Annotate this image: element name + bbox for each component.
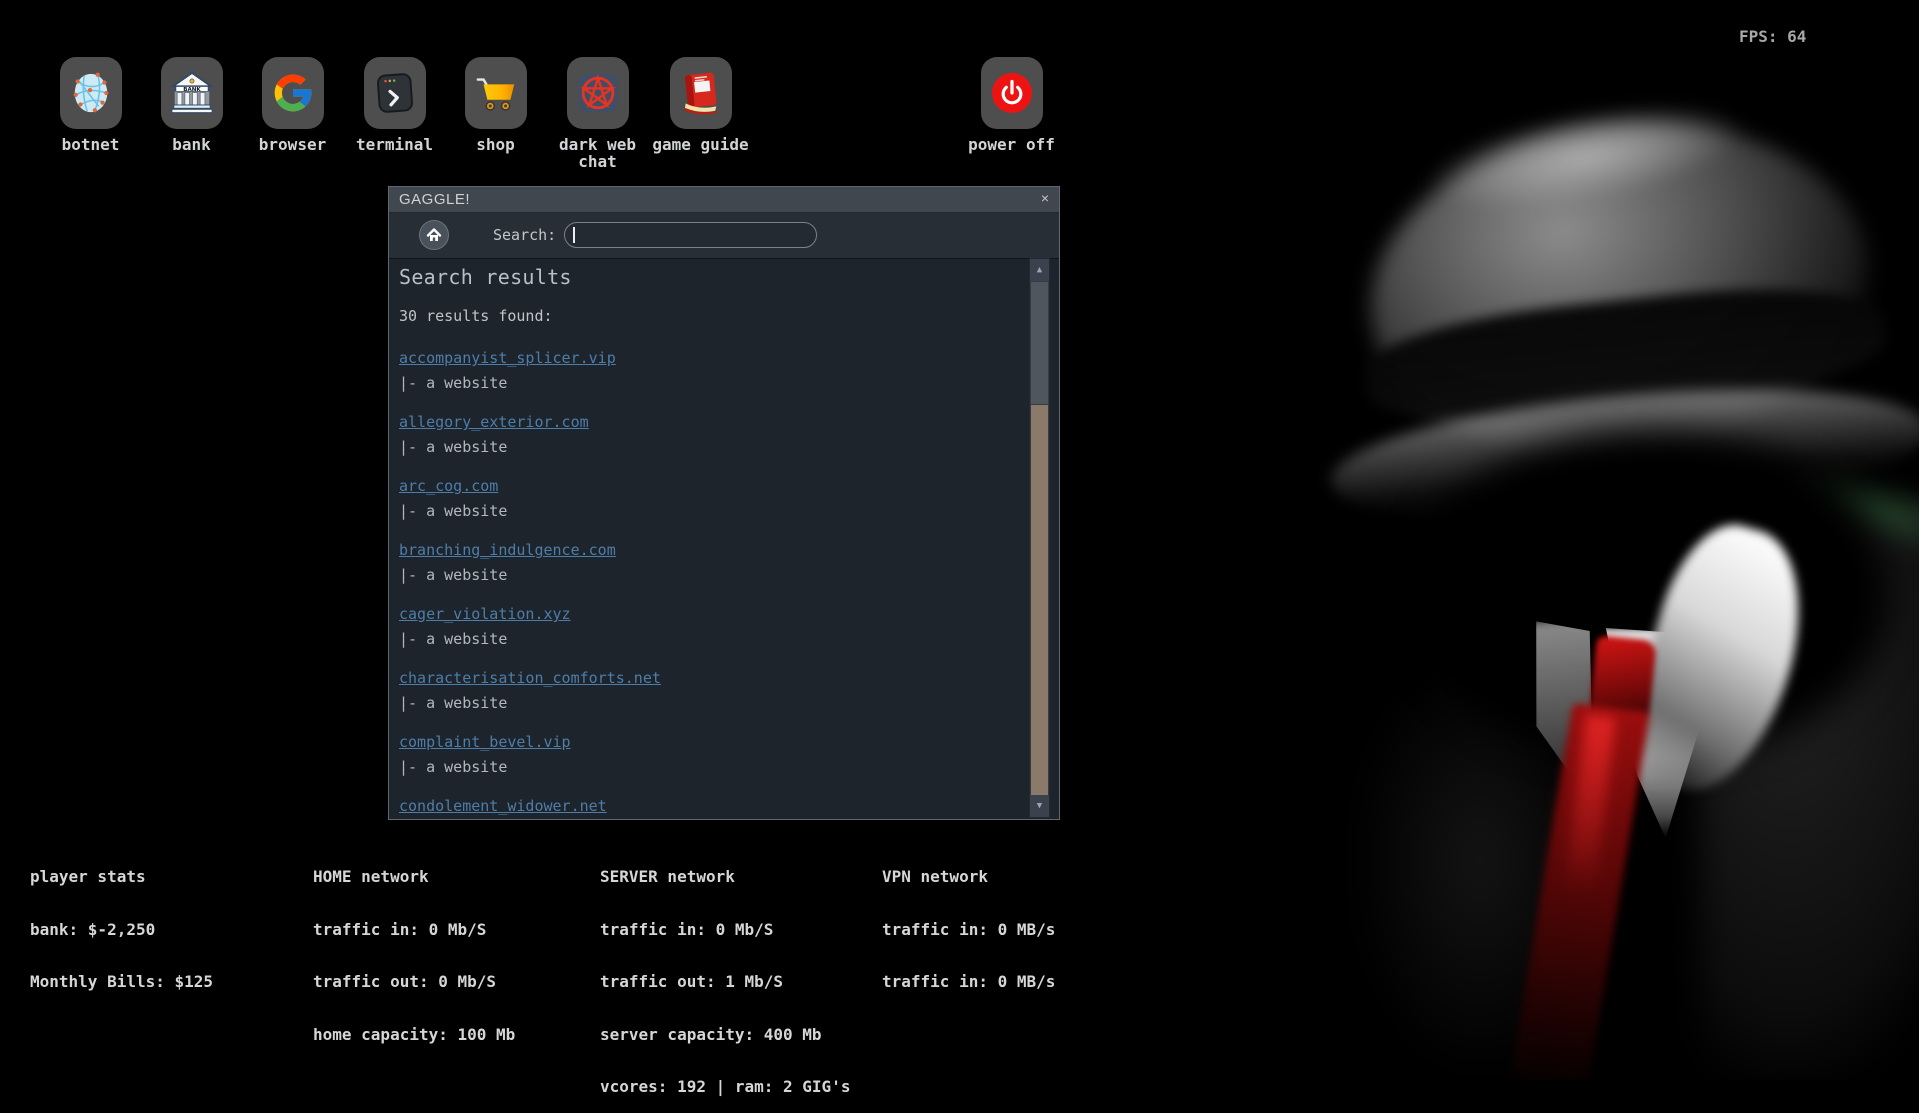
terminal-prompt-icon[interactable] <box>364 57 426 129</box>
text-cursor <box>573 227 575 243</box>
desktop-icon-power-off[interactable]: power off <box>959 57 1064 153</box>
stats-line: traffic out: 1 Mb/S <box>600 973 850 991</box>
result-link[interactable]: complaint_bevel.vip <box>399 732 571 752</box>
result-item: accompanyist_splicer.vip |- a website <box>399 348 1019 393</box>
icon-label: botnet <box>38 136 143 153</box>
desktop-icon-game-guide[interactable]: game guide <box>648 57 753 153</box>
scroll-down-icon[interactable]: ▼ <box>1030 795 1049 817</box>
window-titlebar[interactable]: GAGGLE! × <box>389 187 1059 213</box>
result-description: |- a website <box>399 693 1019 713</box>
desktop-icon-bank[interactable]: BANK bank <box>139 57 244 153</box>
google-g-icon[interactable] <box>262 57 324 129</box>
icon-label: dark web chat <box>545 136 650 170</box>
red-book-icon[interactable] <box>670 57 732 129</box>
result-link[interactable]: branching_indulgence.com <box>399 540 616 560</box>
close-icon[interactable]: × <box>1036 190 1054 208</box>
stats-line: traffic in: 0 Mb/S <box>313 921 515 939</box>
stats-line: Monthly Bills: $125 <box>30 973 213 991</box>
icon-label: game guide <box>648 136 753 153</box>
home-icon <box>424 225 444 245</box>
desktop-icon-browser[interactable]: browser <box>240 57 345 153</box>
power-icon[interactable] <box>981 57 1043 129</box>
result-item: arc_cog.com |- a website <box>399 476 1019 521</box>
result-link[interactable]: cager_violation.xyz <box>399 604 571 624</box>
window-toolbar: Search: <box>389 213 1059 259</box>
result-link[interactable]: arc_cog.com <box>399 476 498 496</box>
desktop-icon-terminal[interactable]: terminal <box>342 57 447 153</box>
result-description: |- a website <box>399 501 1019 521</box>
scrollbar-thumb[interactable] <box>1031 282 1048 404</box>
stats-line: vcores: 192 | ram: 2 GIG's <box>600 1078 850 1096</box>
result-link[interactable]: allegory_exterior.com <box>399 412 589 432</box>
window-title: GAGGLE! <box>399 187 470 212</box>
network-globe-icon[interactable] <box>60 57 122 129</box>
result-item: allegory_exterior.com |- a website <box>399 412 1019 457</box>
home-button[interactable] <box>419 220 449 250</box>
stats-line: player stats <box>30 868 213 886</box>
scrollbar[interactable]: ▲ ▼ <box>1029 258 1050 818</box>
stats-line: HOME network <box>313 868 515 886</box>
fps-counter: FPS: 64 <box>1739 27 1806 46</box>
player-stats: player stats bank: $-2,250 Monthly Bills… <box>30 833 213 1008</box>
result-item: cager_violation.xyz |- a website <box>399 604 1019 649</box>
bank-building-icon[interactable]: BANK <box>161 57 223 129</box>
shopping-cart-icon[interactable] <box>465 57 527 129</box>
scrollbar-track[interactable] <box>1031 405 1048 795</box>
icon-label: shop <box>443 136 548 153</box>
icon-label: bank <box>139 136 244 153</box>
result-item: branching_indulgence.com |- a website <box>399 540 1019 585</box>
vpn-network-stats: VPN network traffic in: 0 MB/s traffic i… <box>882 833 1055 1008</box>
result-description: |- a website <box>399 373 1019 393</box>
stats-line: traffic in: 0 Mb/S <box>600 921 850 939</box>
result-description: |- a website <box>399 437 1019 457</box>
gaggle-window: GAGGLE! × Search: Search results 30 resu… <box>388 186 1060 820</box>
result-description: |- a website <box>399 757 1019 777</box>
result-link[interactable]: characterisation_comforts.net <box>399 668 661 688</box>
stats-line: bank: $-2,250 <box>30 921 213 939</box>
server-network-stats: SERVER network traffic in: 0 Mb/S traffi… <box>600 833 850 1113</box>
stats-line: traffic in: 0 MB/s <box>882 973 1055 991</box>
desktop-icon-shop[interactable]: shop <box>443 57 548 153</box>
stats-line: server capacity: 400 Mb <box>600 1026 850 1044</box>
home-network-stats: HOME network traffic in: 0 Mb/S traffic … <box>313 833 515 1061</box>
stats-line: traffic in: 0 MB/s <box>882 921 1055 939</box>
icon-label: power off <box>959 136 1064 153</box>
scroll-up-icon[interactable]: ▲ <box>1030 259 1049 281</box>
result-description: |- a website <box>399 629 1019 649</box>
pentagram-icon[interactable] <box>567 57 629 129</box>
icon-label: browser <box>240 136 345 153</box>
stats-line: traffic out: 0 Mb/S <box>313 973 515 991</box>
search-results-panel: Search results 30 results found: accompa… <box>389 258 1059 819</box>
stats-line: home capacity: 100 Mb <box>313 1026 515 1044</box>
result-item: condolement_widower.net |- a website <box>399 796 1019 819</box>
results-count: 30 results found: <box>399 306 1019 326</box>
result-item: characterisation_comforts.net |- a websi… <box>399 668 1019 713</box>
result-item: complaint_bevel.vip |- a website <box>399 732 1019 777</box>
desktop-icon-botnet[interactable]: botnet <box>38 57 143 153</box>
result-description: |- a website <box>399 565 1019 585</box>
search-label: Search: <box>493 213 556 258</box>
icon-label: terminal <box>342 136 447 153</box>
desktop-icon-dark-web-chat[interactable]: dark web chat <box>545 57 650 170</box>
result-link[interactable]: condolement_widower.net <box>399 796 607 816</box>
search-input[interactable] <box>564 222 817 248</box>
result-link[interactable]: accompanyist_splicer.vip <box>399 348 616 368</box>
stats-line: VPN network <box>882 868 1055 886</box>
stats-line: SERVER network <box>600 868 850 886</box>
results-heading: Search results <box>399 264 1019 290</box>
